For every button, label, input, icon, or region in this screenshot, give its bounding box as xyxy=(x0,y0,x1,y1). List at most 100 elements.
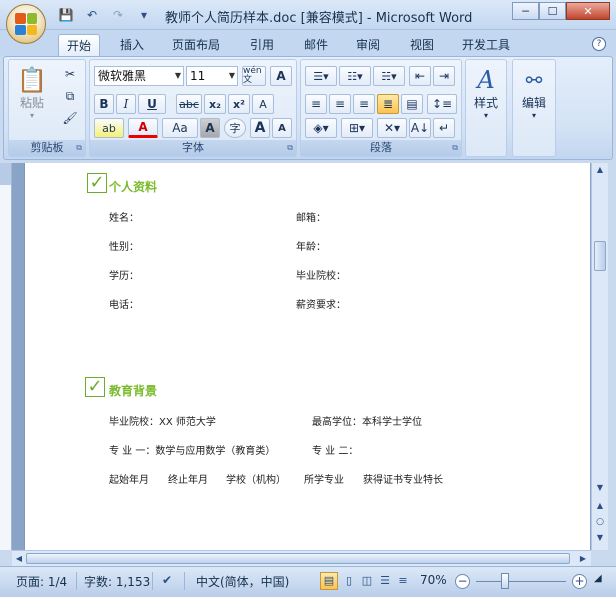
web-layout-icon[interactable]: ◫ xyxy=(358,572,376,590)
underline-button[interactable]: U xyxy=(138,94,166,114)
zoom-level[interactable]: 70% xyxy=(420,573,447,587)
enclose-chars-button[interactable]: 字 xyxy=(224,118,246,138)
subscript-button[interactable]: x₂ xyxy=(204,94,226,114)
multilevel-list-button[interactable]: ☵▾ xyxy=(373,66,405,86)
grow-font-button[interactable]: A xyxy=(250,118,270,138)
font-size-combo[interactable]: 11 ▼ xyxy=(186,66,238,86)
increase-indent-button[interactable]: ⇥ xyxy=(433,66,455,86)
maximize-button[interactable]: ☐ xyxy=(539,2,566,20)
proofing-icon[interactable]: ✔ xyxy=(162,573,172,587)
ribbon: 📋 粘贴 ▾ ✂ ⧉ 🖌 剪贴板 ⧉ 微软雅黑 ▼ 11 ▼ wén 文 A B… xyxy=(3,56,613,160)
tab-review[interactable]: 审阅 xyxy=(348,34,388,56)
sort-button[interactable]: A↓ xyxy=(409,118,431,138)
minimize-button[interactable]: ─ xyxy=(512,2,539,20)
scroll-thumb[interactable] xyxy=(594,241,606,271)
scroll-up-icon[interactable]: ▲ xyxy=(592,163,608,177)
char-shading-button[interactable]: A xyxy=(200,118,220,138)
font-name-combo[interactable]: 微软雅黑 ▼ xyxy=(94,66,184,86)
table-header: 起始年月 xyxy=(109,475,149,486)
page-count[interactable]: 页面: 1/4 xyxy=(16,573,67,590)
paragraph-launcher-icon[interactable]: ⧉ xyxy=(452,143,458,153)
undo-icon[interactable]: ↶ xyxy=(82,6,102,24)
shrink-font-button[interactable]: A xyxy=(272,118,292,138)
distributed-button[interactable]: ▤ xyxy=(401,94,423,114)
numbering-button[interactable]: ☷▾ xyxy=(339,66,371,86)
zoom-slider-thumb[interactable] xyxy=(501,573,509,589)
zoom-in-button[interactable]: + xyxy=(572,574,587,589)
next-page-icon[interactable]: ▼ xyxy=(592,531,608,545)
bullet-list-icon: ☰▾ xyxy=(313,69,329,83)
field-education: 学历： xyxy=(109,271,139,282)
decrease-indent-button[interactable]: ⇤ xyxy=(409,66,431,86)
highlight-button[interactable]: ab xyxy=(94,118,124,138)
full-screen-reading-icon[interactable]: ▯ xyxy=(340,572,358,590)
table-header: 获得证书专业特长 xyxy=(363,475,443,486)
clipboard-launcher-icon[interactable]: ⧉ xyxy=(76,143,82,153)
window-title: 教师个人简历样本.doc [兼容模式] - Microsoft Word xyxy=(165,11,473,26)
zoom-out-button[interactable]: − xyxy=(455,574,470,589)
outline-view-icon[interactable]: ☰ xyxy=(376,572,394,590)
vertical-ruler[interactable] xyxy=(0,163,12,550)
cut-icon[interactable]: ✂ xyxy=(59,64,81,84)
zoom-slider-track[interactable] xyxy=(476,581,566,582)
editing-button[interactable]: ⚯ 编辑 ▾ xyxy=(513,66,555,120)
font-color-button[interactable]: A xyxy=(128,118,158,138)
print-layout-view-icon[interactable]: ▤ xyxy=(320,572,338,590)
font-name-value: 微软雅黑 xyxy=(98,69,147,83)
show-marks-button[interactable]: ↵ xyxy=(433,118,455,138)
bold-button[interactable]: B xyxy=(94,94,114,114)
bullets-button[interactable]: ☰▾ xyxy=(305,66,337,86)
language-indicator[interactable]: 中文(简体，中国) xyxy=(196,573,289,590)
strikethrough-button[interactable]: abc xyxy=(176,94,202,114)
tab-mailings[interactable]: 邮件 xyxy=(296,34,336,56)
help-icon[interactable]: ? xyxy=(592,37,606,51)
align-left-button[interactable]: ≡ xyxy=(305,94,327,114)
browse-object-icon[interactable]: ○ xyxy=(592,515,608,529)
horizontal-scrollbar[interactable]: ◀ ▶ xyxy=(12,550,591,566)
customize-qat-icon[interactable]: ▾ xyxy=(134,6,154,24)
tab-developer[interactable]: 开发工具 xyxy=(454,34,518,56)
scroll-left-icon[interactable]: ◀ xyxy=(12,551,26,566)
borders-icon: ⊞▾ xyxy=(348,121,366,135)
field-salary: 薪资要求： xyxy=(296,300,346,311)
clear-format-button[interactable]: A xyxy=(252,94,274,114)
previous-page-icon[interactable]: ▲ xyxy=(592,499,608,513)
vertical-scrollbar[interactable]: ▲ ▼ ▲ ○ ▼ xyxy=(591,163,608,550)
word-count[interactable]: 字数: 1,153 xyxy=(84,573,150,590)
scroll-thumb-horizontal[interactable] xyxy=(26,553,570,564)
resize-grip-icon[interactable]: ◢ xyxy=(594,573,602,584)
char-border-button[interactable]: A xyxy=(270,66,292,86)
scroll-down-icon[interactable]: ▼ xyxy=(592,481,608,495)
paste-dropdown-icon[interactable]: ▾ xyxy=(15,111,49,120)
tab-home[interactable]: 开始 xyxy=(58,34,101,56)
tab-insert[interactable]: 插入 xyxy=(112,34,152,56)
align-center-icon: ≡ xyxy=(334,97,346,111)
save-icon[interactable]: 💾 xyxy=(56,6,76,24)
borders-button[interactable]: ⊞▾ xyxy=(341,118,373,138)
copy-icon[interactable]: ⧉ xyxy=(59,86,81,106)
italic-button[interactable]: I xyxy=(116,94,136,114)
document-area: ✓ 个人资料 姓名： 邮箱： 性别： 年龄： 学历： 毕业院校： 电话： 薪资要… xyxy=(12,163,591,550)
line-spacing-button[interactable]: ↕≡ xyxy=(427,94,457,114)
align-right-button[interactable]: ≡ xyxy=(353,94,375,114)
shading-button[interactable]: ◈▾ xyxy=(305,118,337,138)
styles-button[interactable]: A 样式 ▾ xyxy=(466,66,506,120)
tab-page-layout[interactable]: 页面布局 xyxy=(164,34,228,56)
redo-icon[interactable]: ↷ xyxy=(108,6,128,24)
align-center-button[interactable]: ≡ xyxy=(329,94,351,114)
document-page[interactable]: ✓ 个人资料 姓名： 邮箱： 性别： 年龄： 学历： 毕业院校： 电话： 薪资要… xyxy=(24,163,590,550)
draft-view-icon[interactable]: ≡ xyxy=(394,572,412,590)
chinese-layout-button[interactable]: ✕▾ xyxy=(377,118,407,138)
office-button[interactable] xyxy=(6,4,46,44)
scroll-right-icon[interactable]: ▶ xyxy=(576,551,590,566)
change-case-button[interactable]: Aa xyxy=(162,118,198,138)
justify-button[interactable]: ≣ xyxy=(377,94,399,114)
close-button[interactable]: ✕ xyxy=(566,2,610,20)
format-painter-icon[interactable]: 🖌 xyxy=(59,108,81,128)
phonetic-guide-button[interactable]: wén 文 xyxy=(242,66,266,86)
tab-references[interactable]: 引用 xyxy=(242,34,282,56)
font-launcher-icon[interactable]: ⧉ xyxy=(287,143,293,153)
tab-view[interactable]: 视图 xyxy=(402,34,442,56)
superscript-button[interactable]: x² xyxy=(228,94,250,114)
paste-button[interactable]: 📋 粘贴 ▾ xyxy=(15,66,49,120)
